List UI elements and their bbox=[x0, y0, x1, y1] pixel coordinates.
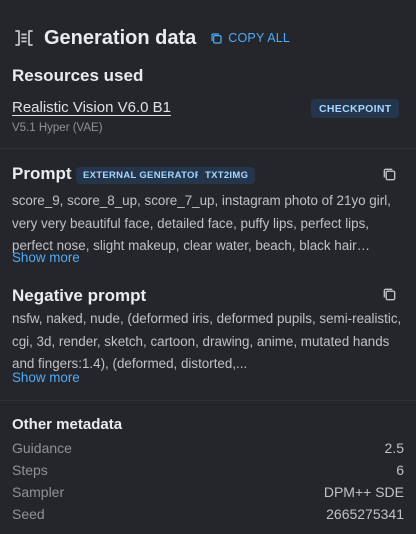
metadata-row-steps: Steps 6 bbox=[12, 460, 404, 480]
checkpoint-badge: CHECKPOINT bbox=[311, 99, 400, 118]
copy-all-button[interactable]: COPY ALL bbox=[210, 31, 290, 45]
panel-title: Generation data bbox=[44, 26, 197, 49]
generation-data-icon bbox=[12, 26, 36, 50]
metadata-row-sampler: Sampler DPM++ SDE bbox=[12, 482, 404, 502]
negative-prompt-show-more-link[interactable]: Show more bbox=[12, 370, 80, 385]
metadata-row-seed: Seed 2665275341 bbox=[12, 504, 404, 524]
copy-icon bbox=[211, 32, 222, 44]
txt2img-badge: TXT2IMG bbox=[198, 167, 256, 184]
metadata-heading: Other metadata bbox=[12, 416, 123, 433]
metadata-value: 2.5 bbox=[384, 440, 404, 456]
negative-prompt-text: nsfw, naked, nude, (deformed iris, defor… bbox=[12, 311, 402, 371]
copy-negative-prompt-button[interactable] bbox=[382, 287, 397, 302]
generation-data-panel: Generation data COPY ALL Resources used … bbox=[0, 0, 416, 534]
prompt-show-more-link[interactable]: Show more bbox=[12, 250, 80, 265]
metadata-value: 6 bbox=[396, 462, 404, 478]
prompt-text: score_9, score_8_up, score_7_up, instagr… bbox=[12, 193, 391, 253]
negative-prompt-title: Negative prompt bbox=[12, 286, 147, 305]
resources-heading: Resources used bbox=[12, 66, 144, 85]
divider bbox=[0, 148, 416, 149]
resource-version: V5.1 Hyper (VAE) bbox=[12, 122, 103, 134]
metadata-key: Seed bbox=[12, 506, 45, 522]
divider bbox=[0, 400, 416, 401]
metadata-value: DPM++ SDE bbox=[323, 484, 404, 500]
resource-link[interactable]: Realistic Vision V6.0 B1 bbox=[12, 99, 171, 116]
metadata-value: 2665275341 bbox=[326, 506, 404, 522]
metadata-key: Guidance bbox=[12, 440, 72, 456]
copy-icon bbox=[383, 288, 396, 301]
metadata-key: Sampler bbox=[12, 484, 65, 500]
panel-header: Generation data COPY ALL bbox=[12, 24, 290, 52]
external-generator-badge: EXTERNAL GENERATOR bbox=[76, 167, 209, 184]
metadata-row-guidance: Guidance 2.5 bbox=[12, 438, 404, 458]
prompt-title: Prompt bbox=[12, 164, 72, 183]
metadata-key: Steps bbox=[12, 462, 48, 478]
copy-all-label: COPY ALL bbox=[228, 31, 291, 45]
copy-prompt-button[interactable] bbox=[382, 167, 397, 182]
copy-icon bbox=[383, 168, 396, 181]
